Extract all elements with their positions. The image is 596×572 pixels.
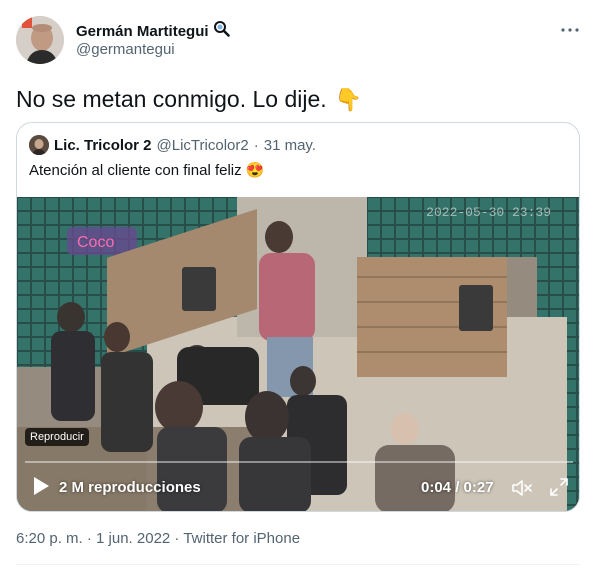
video-frame: Coco	[17, 197, 579, 511]
video-controls: 2 M reproducciones 0:04 / 0:27	[17, 467, 579, 507]
tweet-text: No se metan conmigo. Lo dije. 👇	[16, 86, 362, 113]
progress-track[interactable]	[25, 461, 573, 463]
tweet-body: No se metan conmigo. Lo dije.	[16, 86, 327, 112]
quoted-body: Atención al cliente con final feliz	[29, 161, 242, 179]
quoted-separator: ·	[253, 136, 259, 154]
video-time: 0:04 / 0:27	[421, 479, 494, 496]
author-handle[interactable]: @germantegui	[76, 41, 175, 58]
view-count: 2 M reproducciones	[59, 479, 201, 496]
video-watermark: 2022-05-30 23:39	[426, 205, 551, 220]
more-icon[interactable]	[560, 20, 580, 40]
heart-eyes-emoji: 😍	[245, 162, 265, 179]
reproducir-badge[interactable]: Reproducir	[25, 428, 89, 446]
play-icon[interactable]	[31, 475, 51, 497]
quoted-avatar[interactable]	[29, 135, 49, 155]
quoted-name[interactable]: Lic. Tricolor 2	[54, 137, 152, 154]
author-avatar[interactable]	[16, 16, 64, 64]
pointing-down-emoji: 👇	[334, 86, 363, 112]
mute-icon[interactable]	[511, 478, 533, 498]
quoted-tweet[interactable]: Lic. Tricolor 2 @LicTricolor2 · 31 may. …	[16, 122, 580, 512]
divider	[16, 564, 580, 565]
quoted-date[interactable]: 31 may.	[264, 137, 316, 154]
video-player[interactable]: Coco 2022-05-30 23:39 Reproducir 2 M rep…	[17, 197, 579, 511]
tweet-timestamp[interactable]: 6:20 p. m. · 1 jun. 2022 · Twitter for i…	[16, 530, 300, 547]
quoted-text: Atención al cliente con final feliz 😍	[29, 161, 265, 180]
author-name[interactable]: Germán Martitegui	[76, 23, 209, 40]
author-name-row: Germán Martitegui	[76, 20, 230, 42]
quoted-header: Lic. Tricolor 2 @LicTricolor2 · 31 may.	[29, 135, 316, 155]
magnifier-badge-icon	[213, 20, 230, 42]
fullscreen-icon[interactable]	[549, 477, 569, 497]
quoted-handle[interactable]: @LicTricolor2	[157, 137, 249, 154]
